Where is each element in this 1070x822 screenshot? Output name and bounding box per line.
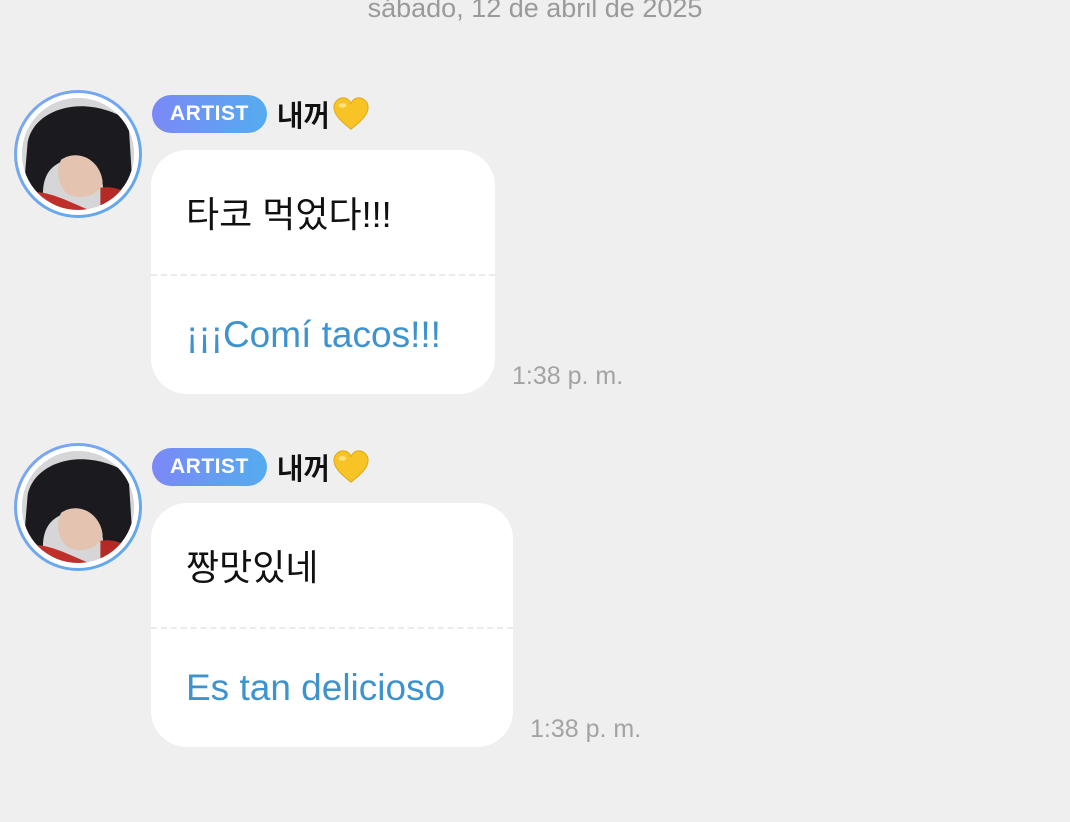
original-message-text: 타코 먹었다!!!	[186, 194, 392, 235]
avatar[interactable]	[14, 90, 142, 218]
message-bubble[interactable]: 짱맛있네 Es tan delicioso	[151, 503, 513, 747]
message-timestamp: 1:38 p. m.	[530, 715, 642, 743]
avatar-photo	[22, 98, 134, 210]
yellow-heart-icon	[333, 450, 369, 483]
avatar-image	[22, 451, 134, 563]
author-name[interactable]: 내꺼	[277, 93, 330, 135]
message-bubble[interactable]: 타코 먹었다!!! ¡¡¡Comí tacos!!!	[151, 150, 495, 394]
artist-badge: ARTIST	[152, 448, 267, 486]
translated-message-text: Es tan delicioso	[186, 667, 446, 708]
avatar-photo	[22, 451, 134, 563]
yellow-heart-icon	[333, 97, 369, 130]
translated-message-text: ¡¡¡Comí tacos!!!	[186, 314, 441, 355]
chat-message: ARTIST 내꺼 타코 먹었다!!! ¡¡¡Comí tacos!!! 1:3…	[14, 90, 1054, 400]
author-row: ARTIST 내꺼	[152, 447, 370, 487]
message-timestamp: 1:38 p. m.	[512, 362, 624, 390]
original-message-text: 짱맛있네	[186, 547, 319, 588]
chat-message: ARTIST 내꺼 짱맛있네 Es tan delicioso 1:38 p. …	[14, 443, 1054, 753]
author-name[interactable]: 내꺼	[277, 446, 330, 488]
avatar-image	[22, 98, 134, 210]
avatar[interactable]	[14, 443, 142, 571]
date-separator: sábado, 12 de abril de 2025	[367, 0, 703, 23]
author-row: ARTIST 내꺼	[152, 94, 370, 134]
artist-badge: ARTIST	[152, 95, 267, 133]
